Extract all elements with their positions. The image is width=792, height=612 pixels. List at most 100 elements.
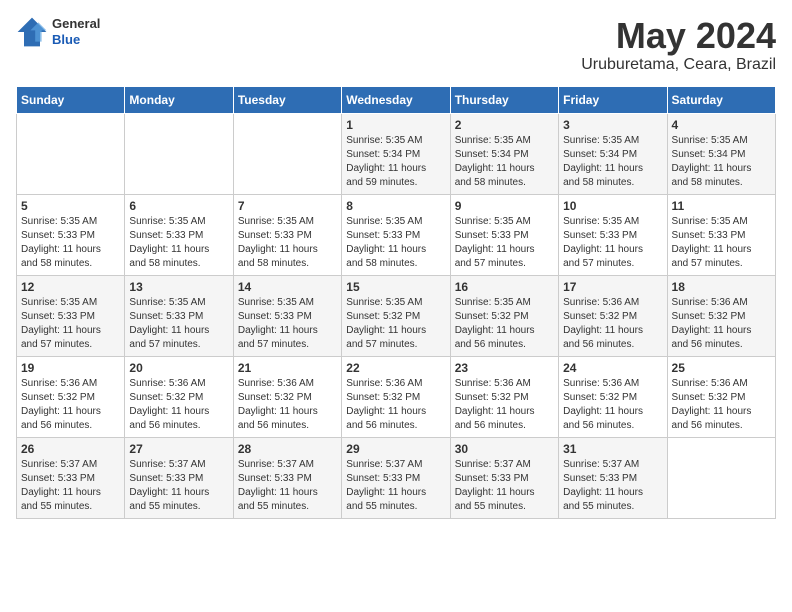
week-row-2: 5 Sunrise: 5:35 AM Sunset: 5:33 PM Daylig… (17, 194, 776, 275)
day-number: 11 (672, 199, 771, 213)
day-info: Sunrise: 5:37 AM Sunset: 5:33 PM Dayligh… (563, 458, 662, 514)
day-number: 16 (455, 280, 554, 294)
day-cell: 4Sunrise: 5:35 AM Sunset: 5:34 PM Daylig… (667, 113, 775, 194)
day-info: Sunrise: 5:36 AM Sunset: 5:32 PM Dayligh… (21, 377, 120, 433)
day-number: 9 (455, 199, 554, 213)
day-cell: 6 Sunrise: 5:35 AM Sunset: 5:33 PM Daylig… (125, 194, 233, 275)
day-info: Sunrise: 5:35 AM Sunset: 5:33 PM Dayligh… (238, 215, 337, 271)
day-cell: 31 Sunrise: 5:37 AM Sunset: 5:33 PM Dayli… (559, 437, 667, 518)
day-info: Sunrise: 5:35 AM Sunset: 5:33 PM Dayligh… (129, 215, 228, 271)
day-cell: 9 Sunrise: 5:35 AM Sunset: 5:33 PM Daylig… (450, 194, 558, 275)
day-cell: 15 Sunrise: 5:35 AM Sunset: 5:32 PM Dayli… (342, 275, 450, 356)
header-day-monday: Monday (125, 86, 233, 113)
day-cell: 20 Sunrise: 5:36 AM Sunset: 5:32 PM Dayli… (125, 356, 233, 437)
day-info: Sunrise: 5:37 AM Sunset: 5:33 PM Dayligh… (129, 458, 228, 514)
day-number: 27 (129, 442, 228, 456)
week-row-3: 12 Sunrise: 5:35 AM Sunset: 5:33 PM Dayli… (17, 275, 776, 356)
day-cell: 27 Sunrise: 5:37 AM Sunset: 5:33 PM Dayli… (125, 437, 233, 518)
day-cell: 5 Sunrise: 5:35 AM Sunset: 5:33 PM Daylig… (17, 194, 125, 275)
day-info: Sunrise: 5:35 AM Sunset: 5:33 PM Dayligh… (21, 296, 120, 352)
day-number: 1 (346, 118, 445, 132)
logo-general: General (52, 16, 100, 32)
day-number: 29 (346, 442, 445, 456)
day-number: 13 (129, 280, 228, 294)
day-number: 28 (238, 442, 337, 456)
day-cell: 21 Sunrise: 5:36 AM Sunset: 5:32 PM Dayli… (233, 356, 341, 437)
day-number: 20 (129, 361, 228, 375)
header-row: SundayMondayTuesdayWednesdayThursdayFrid… (17, 86, 776, 113)
day-number: 18 (672, 280, 771, 294)
day-info: Sunrise: 5:36 AM Sunset: 5:32 PM Dayligh… (455, 377, 554, 433)
day-number: 10 (563, 199, 662, 213)
logo: General Blue (16, 16, 100, 48)
logo-blue: Blue (52, 32, 100, 48)
day-cell: 25Sunrise: 5:36 AM Sunset: 5:32 PM Dayli… (667, 356, 775, 437)
day-cell: 18 Sunrise: 5:36 AM Sunset: 5:32 PM Dayli… (667, 275, 775, 356)
day-number: 3 (563, 118, 662, 132)
day-number: 6 (129, 199, 228, 213)
day-info: Sunrise: 5:35 AM Sunset: 5:32 PM Dayligh… (346, 296, 445, 352)
day-cell: 11 Sunrise: 5:35 AM Sunset: 5:33 PM Dayli… (667, 194, 775, 275)
day-number: 5 (21, 199, 120, 213)
day-cell: 12 Sunrise: 5:35 AM Sunset: 5:33 PM Dayli… (17, 275, 125, 356)
day-number: 23 (455, 361, 554, 375)
day-cell: 22Sunrise: 5:36 AM Sunset: 5:32 PM Dayli… (342, 356, 450, 437)
location-title: Uruburetama, Ceara, Brazil (581, 56, 776, 74)
day-info: Sunrise: 5:35 AM Sunset: 5:33 PM Dayligh… (455, 215, 554, 271)
day-cell: 17Sunrise: 5:36 AM Sunset: 5:32 PM Dayli… (559, 275, 667, 356)
day-cell (125, 113, 233, 194)
header: General Blue May 2024 Uruburetama, Ceara… (16, 16, 776, 74)
day-cell: 8Sunrise: 5:35 AM Sunset: 5:33 PM Daylig… (342, 194, 450, 275)
day-info: Sunrise: 5:37 AM Sunset: 5:33 PM Dayligh… (455, 458, 554, 514)
logo-icon (16, 16, 48, 48)
day-number: 15 (346, 280, 445, 294)
day-cell (233, 113, 341, 194)
logo-text: General Blue (52, 16, 100, 47)
day-cell: 19Sunrise: 5:36 AM Sunset: 5:32 PM Dayli… (17, 356, 125, 437)
week-row-1: 1 Sunrise: 5:35 AM Sunset: 5:34 PM Daylig… (17, 113, 776, 194)
day-number: 14 (238, 280, 337, 294)
day-cell: 29 Sunrise: 5:37 AM Sunset: 5:33 PM Dayli… (342, 437, 450, 518)
day-info: Sunrise: 5:35 AM Sunset: 5:34 PM Dayligh… (346, 134, 445, 190)
day-cell: 30 Sunrise: 5:37 AM Sunset: 5:33 PM Dayli… (450, 437, 558, 518)
day-info: Sunrise: 5:36 AM Sunset: 5:32 PM Dayligh… (672, 377, 771, 433)
day-cell: 3Sunrise: 5:35 AM Sunset: 5:34 PM Daylig… (559, 113, 667, 194)
day-number: 24 (563, 361, 662, 375)
day-cell: 13 Sunrise: 5:35 AM Sunset: 5:33 PM Dayli… (125, 275, 233, 356)
day-info: Sunrise: 5:37 AM Sunset: 5:33 PM Dayligh… (346, 458, 445, 514)
day-cell: 10 Sunrise: 5:35 AM Sunset: 5:33 PM Dayli… (559, 194, 667, 275)
day-info: Sunrise: 5:35 AM Sunset: 5:33 PM Dayligh… (346, 215, 445, 271)
week-row-5: 26 Sunrise: 5:37 AM Sunset: 5:33 PM Dayli… (17, 437, 776, 518)
day-number: 30 (455, 442, 554, 456)
day-info: Sunrise: 5:35 AM Sunset: 5:33 PM Dayligh… (563, 215, 662, 271)
day-cell: 1 Sunrise: 5:35 AM Sunset: 5:34 PM Daylig… (342, 113, 450, 194)
day-cell: 26 Sunrise: 5:37 AM Sunset: 5:33 PM Dayli… (17, 437, 125, 518)
day-info: Sunrise: 5:36 AM Sunset: 5:32 PM Dayligh… (563, 377, 662, 433)
day-cell: 7Sunrise: 5:35 AM Sunset: 5:33 PM Daylig… (233, 194, 341, 275)
day-info: Sunrise: 5:35 AM Sunset: 5:33 PM Dayligh… (672, 215, 771, 271)
day-info: Sunrise: 5:37 AM Sunset: 5:33 PM Dayligh… (21, 458, 120, 514)
day-number: 26 (21, 442, 120, 456)
day-cell (667, 437, 775, 518)
day-number: 22 (346, 361, 445, 375)
day-number: 12 (21, 280, 120, 294)
header-day-sunday: Sunday (17, 86, 125, 113)
day-info: Sunrise: 5:35 AM Sunset: 5:34 PM Dayligh… (455, 134, 554, 190)
day-info: Sunrise: 5:36 AM Sunset: 5:32 PM Dayligh… (129, 377, 228, 433)
day-info: Sunrise: 5:35 AM Sunset: 5:33 PM Dayligh… (129, 296, 228, 352)
day-cell: 2 Sunrise: 5:35 AM Sunset: 5:34 PM Daylig… (450, 113, 558, 194)
day-info: Sunrise: 5:35 AM Sunset: 5:33 PM Dayligh… (21, 215, 120, 271)
day-cell: 24 Sunrise: 5:36 AM Sunset: 5:32 PM Dayli… (559, 356, 667, 437)
day-info: Sunrise: 5:35 AM Sunset: 5:32 PM Dayligh… (455, 296, 554, 352)
day-number: 21 (238, 361, 337, 375)
header-day-thursday: Thursday (450, 86, 558, 113)
header-day-wednesday: Wednesday (342, 86, 450, 113)
day-number: 2 (455, 118, 554, 132)
day-number: 4 (672, 118, 771, 132)
day-info: Sunrise: 5:36 AM Sunset: 5:32 PM Dayligh… (672, 296, 771, 352)
day-number: 31 (563, 442, 662, 456)
day-cell (17, 113, 125, 194)
header-day-tuesday: Tuesday (233, 86, 341, 113)
day-info: Sunrise: 5:36 AM Sunset: 5:32 PM Dayligh… (238, 377, 337, 433)
header-day-friday: Friday (559, 86, 667, 113)
